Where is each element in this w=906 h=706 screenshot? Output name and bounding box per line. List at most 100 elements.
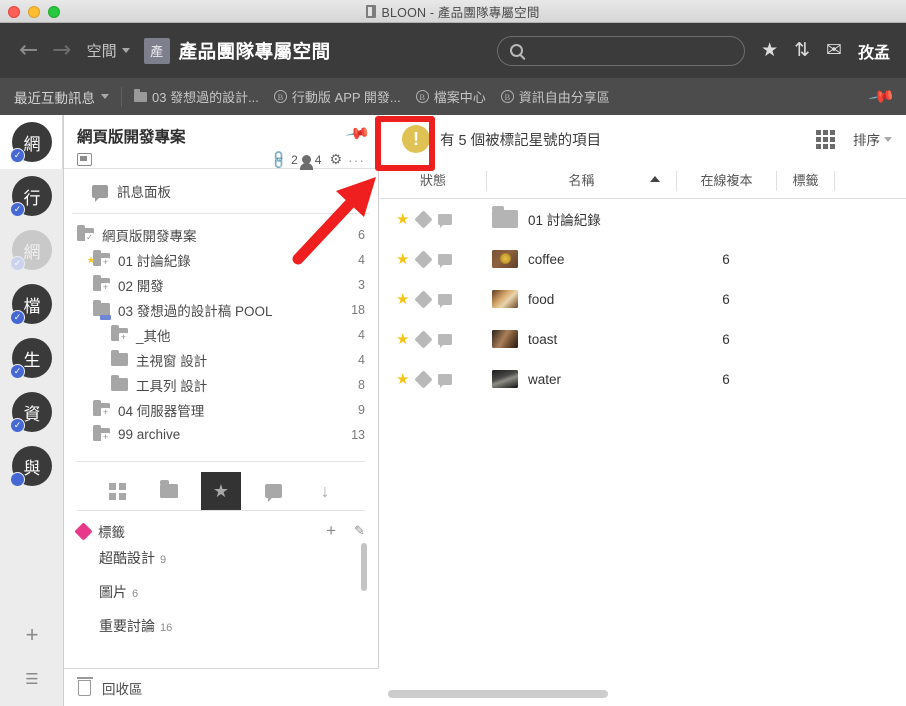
breadcrumb-space[interactable]: 空間 bbox=[87, 40, 130, 61]
row-name[interactable]: food bbox=[486, 290, 676, 308]
tree-row[interactable]: 03 發想過的設計稿 POOL 18 bbox=[77, 297, 365, 322]
column-header-tag[interactable]: 標籤 bbox=[776, 171, 834, 191]
transfer-sort-icon[interactable]: ⇅ bbox=[794, 41, 810, 60]
tag-item[interactable]: 圖片 6 bbox=[77, 575, 365, 609]
rail-item-2[interactable]: 網 ✓ bbox=[0, 223, 64, 277]
row-name[interactable]: coffee bbox=[486, 250, 676, 268]
rail-item-3[interactable]: 檔 ✓ bbox=[0, 277, 64, 331]
grid-icon[interactable] bbox=[816, 129, 835, 149]
column-header-status[interactable]: 狀態 bbox=[380, 171, 486, 191]
star-icon[interactable]: ★ bbox=[396, 250, 409, 268]
tab-design-pool[interactable]: 03 發想過的設計... bbox=[134, 87, 259, 106]
sort-button[interactable]: 排序 bbox=[853, 129, 892, 149]
tree-row[interactable]: 網頁版開發專案 6 bbox=[77, 222, 365, 247]
rail-item-5[interactable]: 資 ✓ bbox=[0, 385, 64, 439]
rail-avatar-letter: 行 bbox=[23, 188, 41, 208]
rail-avatar-letter: 與 bbox=[23, 458, 41, 478]
star-icon[interactable]: ★ bbox=[396, 370, 409, 388]
table-header: 狀態 名稱 在線複本 標籤 bbox=[380, 163, 906, 199]
maximize-window-button[interactable] bbox=[48, 6, 60, 18]
star-icon[interactable]: ★ bbox=[396, 290, 409, 308]
file-list: ★ 01 討論紀錄 ★ coffee 6 ★ food 6 ★ toast 6 … bbox=[380, 199, 906, 399]
pin-icon[interactable]: 📌 bbox=[867, 82, 896, 111]
trash-item[interactable]: 回收區 bbox=[64, 668, 379, 706]
tag-item[interactable]: 超酷設計 9 bbox=[77, 541, 365, 575]
table-row[interactable]: ★ food 6 bbox=[380, 279, 906, 319]
tab-file-center[interactable]: B 檔案中心 bbox=[415, 87, 486, 106]
monitor-icon[interactable] bbox=[77, 153, 92, 166]
table-row[interactable]: ★ water 6 bbox=[380, 359, 906, 399]
people-count: 4 bbox=[314, 152, 322, 167]
comment-icon[interactable] bbox=[438, 373, 453, 388]
tab-mobile-app-dev[interactable]: B 行動版 APP 開發... bbox=[273, 87, 401, 106]
check-badge-icon: ✓ bbox=[10, 202, 25, 217]
comment-icon[interactable] bbox=[438, 253, 453, 268]
comment-icon[interactable] bbox=[438, 293, 453, 308]
recent-messages-dropdown[interactable]: 最近互動訊息 bbox=[14, 87, 109, 107]
tag-icon[interactable] bbox=[414, 209, 434, 229]
notice-icon[interactable]: ! bbox=[402, 125, 430, 153]
rail-item-4[interactable]: 生 ✓ bbox=[0, 331, 64, 385]
rail-item-1[interactable]: 行 ✓ bbox=[0, 169, 64, 223]
comment-icon[interactable] bbox=[438, 213, 453, 228]
row-status: ★ bbox=[380, 209, 486, 229]
tag-icon[interactable] bbox=[414, 329, 434, 349]
edit-tag-icon[interactable]: ✎ bbox=[354, 523, 365, 539]
space-list-icon[interactable]: ☰ bbox=[0, 670, 64, 688]
tag-icon[interactable] bbox=[414, 369, 434, 389]
star-icon[interactable]: ★ bbox=[396, 330, 409, 348]
starred-items-icon[interactable]: ★ bbox=[761, 41, 778, 60]
table-row[interactable]: ★ 01 討論紀錄 bbox=[380, 199, 906, 239]
tree-row[interactable]: 主視窗 設計 4 bbox=[77, 347, 365, 372]
column-header-online-copy[interactable]: 在線複本 bbox=[676, 171, 776, 191]
tags-scrollbar[interactable] bbox=[361, 543, 367, 591]
star-view-icon[interactable]: ★ bbox=[201, 472, 241, 510]
tag-item[interactable]: 重要討論 16 bbox=[77, 609, 365, 643]
tree-label: _其他 bbox=[136, 328, 171, 344]
tree-row[interactable]: 工具列 設計 8 bbox=[77, 372, 365, 397]
gear-icon[interactable]: ⚙ bbox=[329, 151, 342, 168]
row-name[interactable]: 01 討論紀錄 bbox=[486, 206, 676, 229]
tree-row[interactable]: 04 伺服器管理 9 bbox=[77, 397, 365, 422]
grid-view-icon[interactable] bbox=[97, 472, 137, 510]
tree-label: 99 archive bbox=[118, 427, 181, 442]
forward-icon[interactable]: → bbox=[45, 39, 78, 62]
search-input[interactable] bbox=[531, 43, 733, 58]
column-header-name[interactable]: 名稱 bbox=[486, 171, 676, 191]
user-name[interactable]: 孜孟 bbox=[858, 39, 890, 63]
comment-icon[interactable] bbox=[438, 333, 453, 348]
close-window-button[interactable] bbox=[8, 6, 20, 18]
message-board-item[interactable]: 訊息面板 bbox=[72, 169, 370, 214]
rail-item-6[interactable]: 與 bbox=[0, 439, 64, 493]
image-thumbnail bbox=[492, 370, 518, 388]
table-row[interactable]: ★ toast 6 bbox=[380, 319, 906, 359]
tree-label: 工具列 設計 bbox=[136, 378, 208, 394]
mail-icon[interactable]: ✉ bbox=[826, 41, 842, 60]
tree-row[interactable]: ★ 01 討論紀錄 4 bbox=[77, 247, 365, 272]
tag-icon[interactable] bbox=[414, 289, 434, 309]
download-view-icon[interactable]: ↓ bbox=[305, 472, 345, 510]
row-name[interactable]: water bbox=[486, 370, 676, 388]
tree-row[interactable]: 99 archive 13 bbox=[77, 422, 365, 447]
window-traffic-lights[interactable] bbox=[8, 6, 60, 18]
message-view-icon[interactable] bbox=[253, 472, 293, 510]
tree-row[interactable]: 02 開發 3 bbox=[77, 272, 365, 297]
back-icon[interactable]: ← bbox=[12, 39, 45, 62]
search-box[interactable] bbox=[497, 35, 746, 66]
rail-item-0[interactable]: 網 ✓ bbox=[0, 115, 64, 169]
bloon-b-icon: B bbox=[273, 90, 287, 103]
tab-info-sharing[interactable]: B 資訊自由分享區 bbox=[500, 87, 610, 106]
add-tag-button[interactable]: + bbox=[326, 521, 336, 541]
column-header-name-label: 名稱 bbox=[568, 173, 595, 188]
folder-view-icon[interactable] bbox=[149, 472, 189, 510]
minimize-window-button[interactable] bbox=[28, 6, 40, 18]
horizontal-scrollbar[interactable] bbox=[388, 690, 608, 698]
tag-label: 超酷設計 bbox=[99, 550, 155, 566]
row-name[interactable]: toast bbox=[486, 330, 676, 348]
tree-row[interactable]: _其他 4 bbox=[77, 322, 365, 347]
add-space-button[interactable]: + bbox=[0, 622, 64, 648]
more-options-icon[interactable]: ··· bbox=[348, 152, 365, 168]
star-icon[interactable]: ★ bbox=[396, 210, 409, 228]
table-row[interactable]: ★ coffee 6 bbox=[380, 239, 906, 279]
tag-icon[interactable] bbox=[414, 249, 434, 269]
